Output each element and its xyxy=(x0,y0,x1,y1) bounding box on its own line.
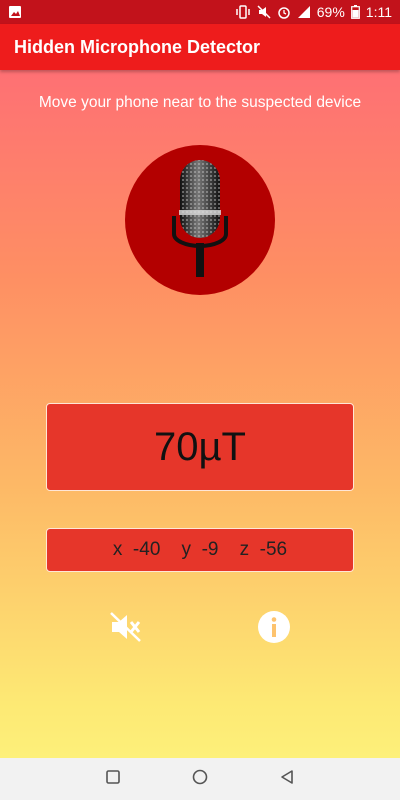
field-strength-value: 70µT xyxy=(154,424,246,469)
back-triangle-icon xyxy=(279,769,295,789)
app-title: Hidden Microphone Detector xyxy=(14,36,261,57)
axis-readout: x -40 y -9 z -56 xyxy=(46,528,354,572)
microphone-badge xyxy=(125,145,275,295)
image-icon xyxy=(8,5,22,19)
info-button[interactable] xyxy=(256,611,292,647)
battery-icon xyxy=(350,5,360,19)
system-nav-bar xyxy=(0,758,400,800)
home-circle-icon xyxy=(191,768,209,790)
status-bar: 69% 1:11 xyxy=(0,0,400,24)
info-icon xyxy=(257,610,291,648)
alarm-icon xyxy=(277,5,291,19)
battery-level: 69% xyxy=(316,4,345,20)
field-strength-display: 70µT xyxy=(46,403,354,491)
clock: 1:11 xyxy=(365,4,392,20)
recents-button[interactable] xyxy=(93,759,133,799)
vibrate-icon xyxy=(235,5,251,19)
app-bar: Hidden Microphone Detector xyxy=(0,24,400,70)
mute-icon xyxy=(257,5,271,19)
volume-mute-icon xyxy=(109,611,143,647)
sound-toggle-button[interactable] xyxy=(106,611,146,647)
back-button[interactable] xyxy=(267,759,307,799)
home-button[interactable] xyxy=(180,759,220,799)
axis-values: x -40 y -9 z -56 xyxy=(112,539,288,560)
microphone-icon xyxy=(165,158,235,282)
instruction-text: Move your phone near to the suspected de… xyxy=(38,94,362,111)
signal-icon xyxy=(297,5,311,19)
recents-square-icon xyxy=(105,769,121,789)
main-content: Move your phone near to the suspected de… xyxy=(0,70,400,758)
